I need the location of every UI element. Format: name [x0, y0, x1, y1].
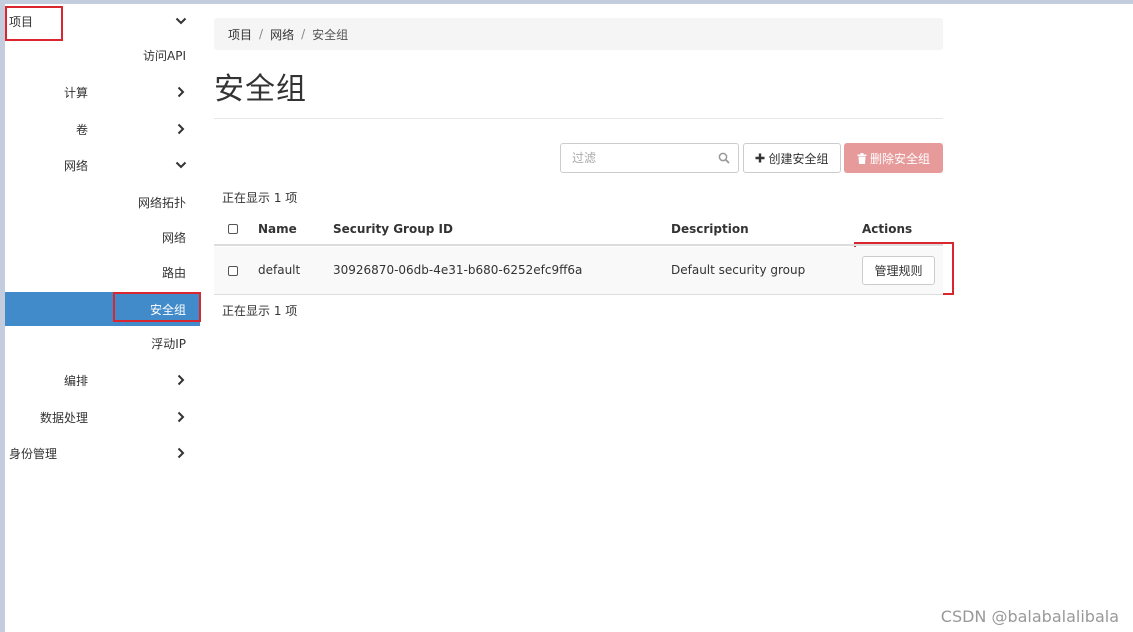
chevron-right-icon [175, 86, 187, 98]
create-security-group-button[interactable]: 创建安全组 [743, 143, 841, 173]
sidebar-item-compute[interactable]: 计算 [5, 75, 200, 109]
sidebar-item-label: 网络 [161, 230, 186, 245]
sidebar-item-networks[interactable]: 网络 [5, 220, 200, 254]
sidebar-item-network-topology[interactable]: 网络拓扑 [5, 185, 200, 219]
breadcrumb-item-current: 安全组 [312, 27, 349, 42]
column-header-actions: Actions [862, 222, 913, 236]
page-title: 安全组 [214, 72, 307, 107]
sidebar-item-label: 身份管理 [9, 446, 58, 461]
chevron-right-icon [175, 374, 187, 386]
delete-security-groups-button[interactable]: 删除安全组 [844, 143, 943, 173]
item-count-top: 正在显示 1 项 [222, 191, 298, 205]
sidebar-item-label: 访问API [143, 48, 186, 63]
sidebar-item-floating-ips[interactable]: 浮动IP [5, 326, 200, 360]
divider [214, 118, 943, 119]
sidebar-item-label: 浮动IP [151, 336, 186, 351]
manage-rules-button[interactable]: 管理规则 [862, 256, 935, 285]
item-count-bottom: 正在显示 1 项 [222, 304, 298, 318]
sidebar-item-label: 卷 [75, 122, 88, 137]
chevron-right-icon [175, 123, 187, 135]
filter-field[interactable] [560, 143, 739, 173]
sidebar-item-data-processing[interactable]: 数据处理 [5, 400, 200, 434]
sidebar-item-label: 计算 [63, 85, 88, 100]
filter-input[interactable] [561, 144, 711, 172]
sidebar-item-orchestration[interactable]: 编排 [5, 363, 200, 397]
chevron-down-icon [175, 159, 187, 171]
search-icon[interactable] [718, 152, 730, 164]
column-header-name[interactable]: Name [258, 222, 297, 236]
manage-rules-label: 管理规则 [874, 264, 923, 278]
row-checkbox[interactable] [228, 266, 238, 276]
column-header-id[interactable]: Security Group ID [333, 222, 453, 236]
sidebar-item-label: 编排 [63, 373, 88, 388]
chevron-right-icon [175, 447, 187, 459]
sidebar-item-label: 网络 [63, 158, 88, 173]
table-header: Name Security Group ID Description Actio… [214, 212, 943, 246]
breadcrumb-item-project[interactable]: 项目 [228, 26, 252, 43]
select-all-checkbox[interactable] [228, 224, 238, 234]
security-group-description: Default security group [671, 263, 806, 277]
trash-icon [857, 152, 867, 164]
sidebar-item-routers[interactable]: 路由 [5, 255, 200, 289]
table-row: default 30926870-06db-4e31-b680-6252efc9… [214, 247, 943, 295]
breadcrumb-separator: / [259, 27, 264, 41]
sidebar-item-api-access[interactable]: 访问API [5, 38, 200, 72]
chevron-right-icon [175, 411, 187, 423]
breadcrumb-separator: / [301, 27, 306, 41]
sidebar-item-volumes[interactable]: 卷 [5, 112, 200, 146]
highlight-box-project [5, 6, 63, 41]
sidebar-item-label: 路由 [161, 265, 186, 280]
sidebar-item-label: 网络拓扑 [137, 195, 186, 210]
column-header-description[interactable]: Description [671, 222, 749, 236]
delete-security-groups-label: 删除安全组 [869, 151, 930, 166]
plus-icon [755, 153, 765, 163]
sidebar-item-network[interactable]: 网络 [5, 148, 200, 182]
watermark: CSDN @balabalalibala [940, 607, 1119, 626]
security-group-id: 30926870-06db-4e31-b680-6252efc9ff6a [333, 263, 583, 277]
sidebar-item-identity[interactable]: 身份管理 [5, 436, 200, 470]
highlight-box-security-groups [113, 292, 201, 322]
sidebar-item-label: 数据处理 [39, 410, 88, 425]
chevron-down-icon [175, 15, 187, 27]
breadcrumb: 项目 / 网络 / 安全组 [214, 18, 943, 50]
security-group-name[interactable]: default [258, 263, 300, 277]
create-security-group-label: 创建安全组 [768, 151, 829, 166]
breadcrumb-item-network[interactable]: 网络 [270, 26, 294, 43]
